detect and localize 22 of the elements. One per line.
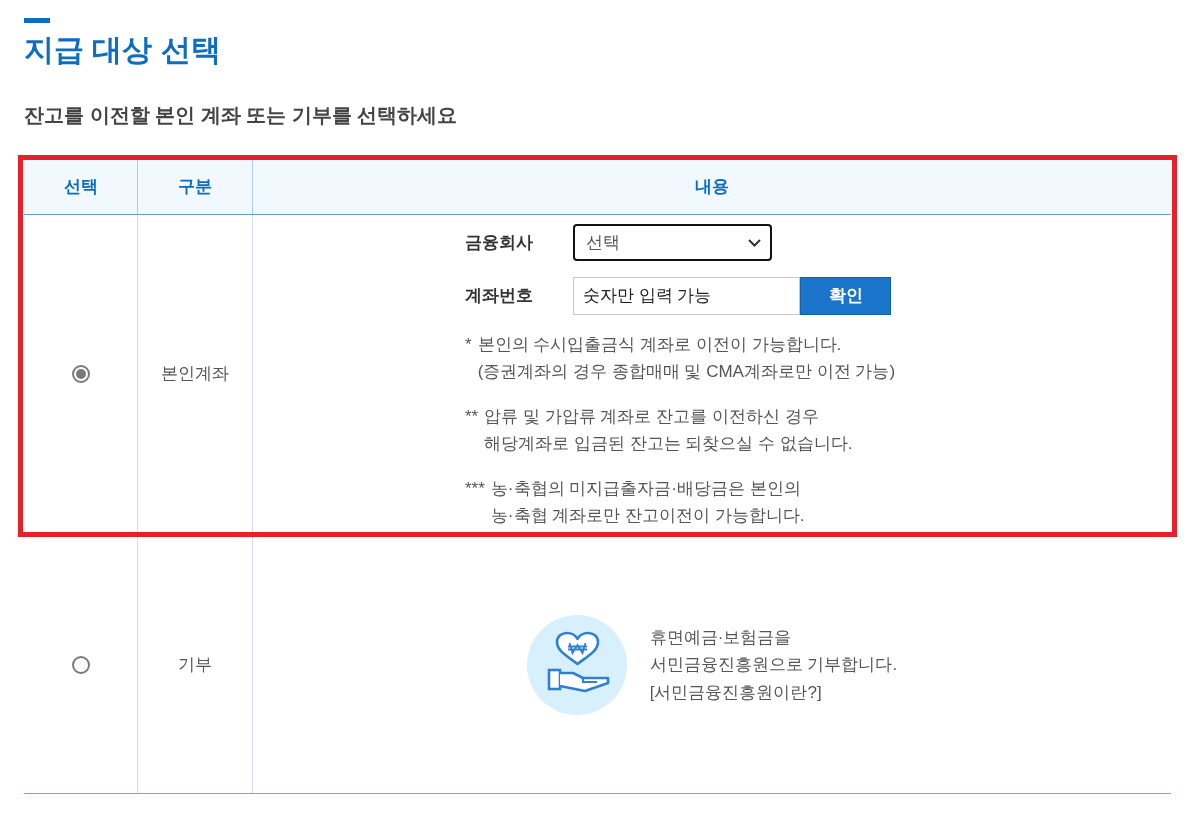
chevron-down-icon bbox=[748, 239, 761, 247]
category-text: 기부 bbox=[178, 654, 212, 677]
column-header: 구분 bbox=[178, 176, 212, 199]
donation-text: 휴면예금·보험금을 서민금융진흥원으로 기부합니다. bbox=[649, 626, 898, 677]
section-subtitle: 잔고를 이전할 본인 계좌 또는 기부를 선택하세요 bbox=[24, 103, 458, 128]
column-header: 선택 bbox=[63, 176, 98, 199]
note-text: * 본인의 수시입출금식 계좌로 이전이 가능합니다. (증권계좌의 경우 종합매매 및 CMA계좌로만 이전 가능) bbox=[465, 334, 896, 383]
field-label: 금융회사 bbox=[465, 231, 534, 254]
note-text: ** 압류 및 가압류 계좌로 잔고를 이전하신 경우 해당계좌로 입금된 잔고는 되찾으실 수 없습니다. bbox=[465, 406, 853, 455]
account-number-field[interactable]: 숫자만 입력 가능 bbox=[573, 277, 800, 315]
radio-button[interactable] bbox=[71, 656, 90, 674]
section-title: 지급 대상 선택 bbox=[24, 32, 221, 68]
title-accent-bar bbox=[24, 18, 50, 23]
field-label: 계좌번호 bbox=[465, 285, 534, 308]
confirm-button[interactable]: 확인 bbox=[800, 277, 891, 315]
radio-button[interactable] bbox=[71, 364, 90, 383]
category-text: 본인계좌 bbox=[161, 362, 229, 385]
note-text: *** 농·축협의 미지급출자금·배당금은 본인의 농·축협 계좌로만 잔고이전이 가능합니다. bbox=[465, 478, 805, 527]
info-link[interactable]: [서민금융진흥원이란?] bbox=[649, 678, 822, 707]
select-field[interactable]: 선택 bbox=[573, 224, 772, 261]
heart-hand-icon bbox=[526, 615, 627, 715]
column-header: 내용 bbox=[695, 176, 729, 199]
